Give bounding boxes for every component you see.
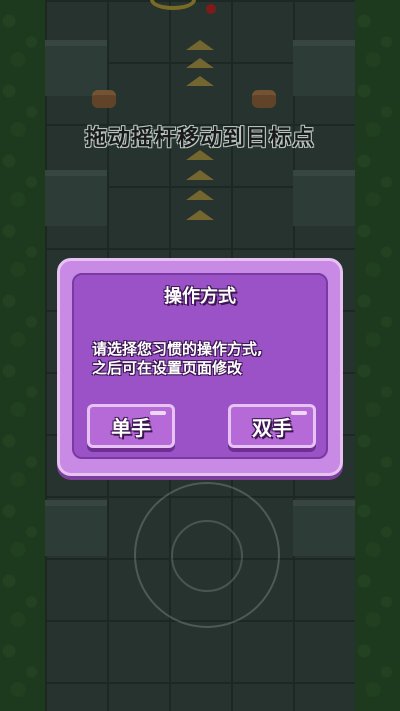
two-hand-button[interactable]: 双手 xyxy=(228,404,316,448)
dialog-message: 请选择您习惯的操作方式, 之后可在设置页面修改 xyxy=(92,340,322,378)
dialog-title: 操作方式 xyxy=(164,286,236,307)
joystick-knob[interactable] xyxy=(171,520,243,592)
dialog-message-line: 之后可在设置页面修改 xyxy=(92,359,243,377)
one-hand-button[interactable]: 单手 xyxy=(87,404,175,448)
tutorial-hint: 拖动摇杆移动到目标点 xyxy=(84,126,315,151)
dialog-message-line: 请选择您习惯的操作方式, xyxy=(92,340,263,358)
